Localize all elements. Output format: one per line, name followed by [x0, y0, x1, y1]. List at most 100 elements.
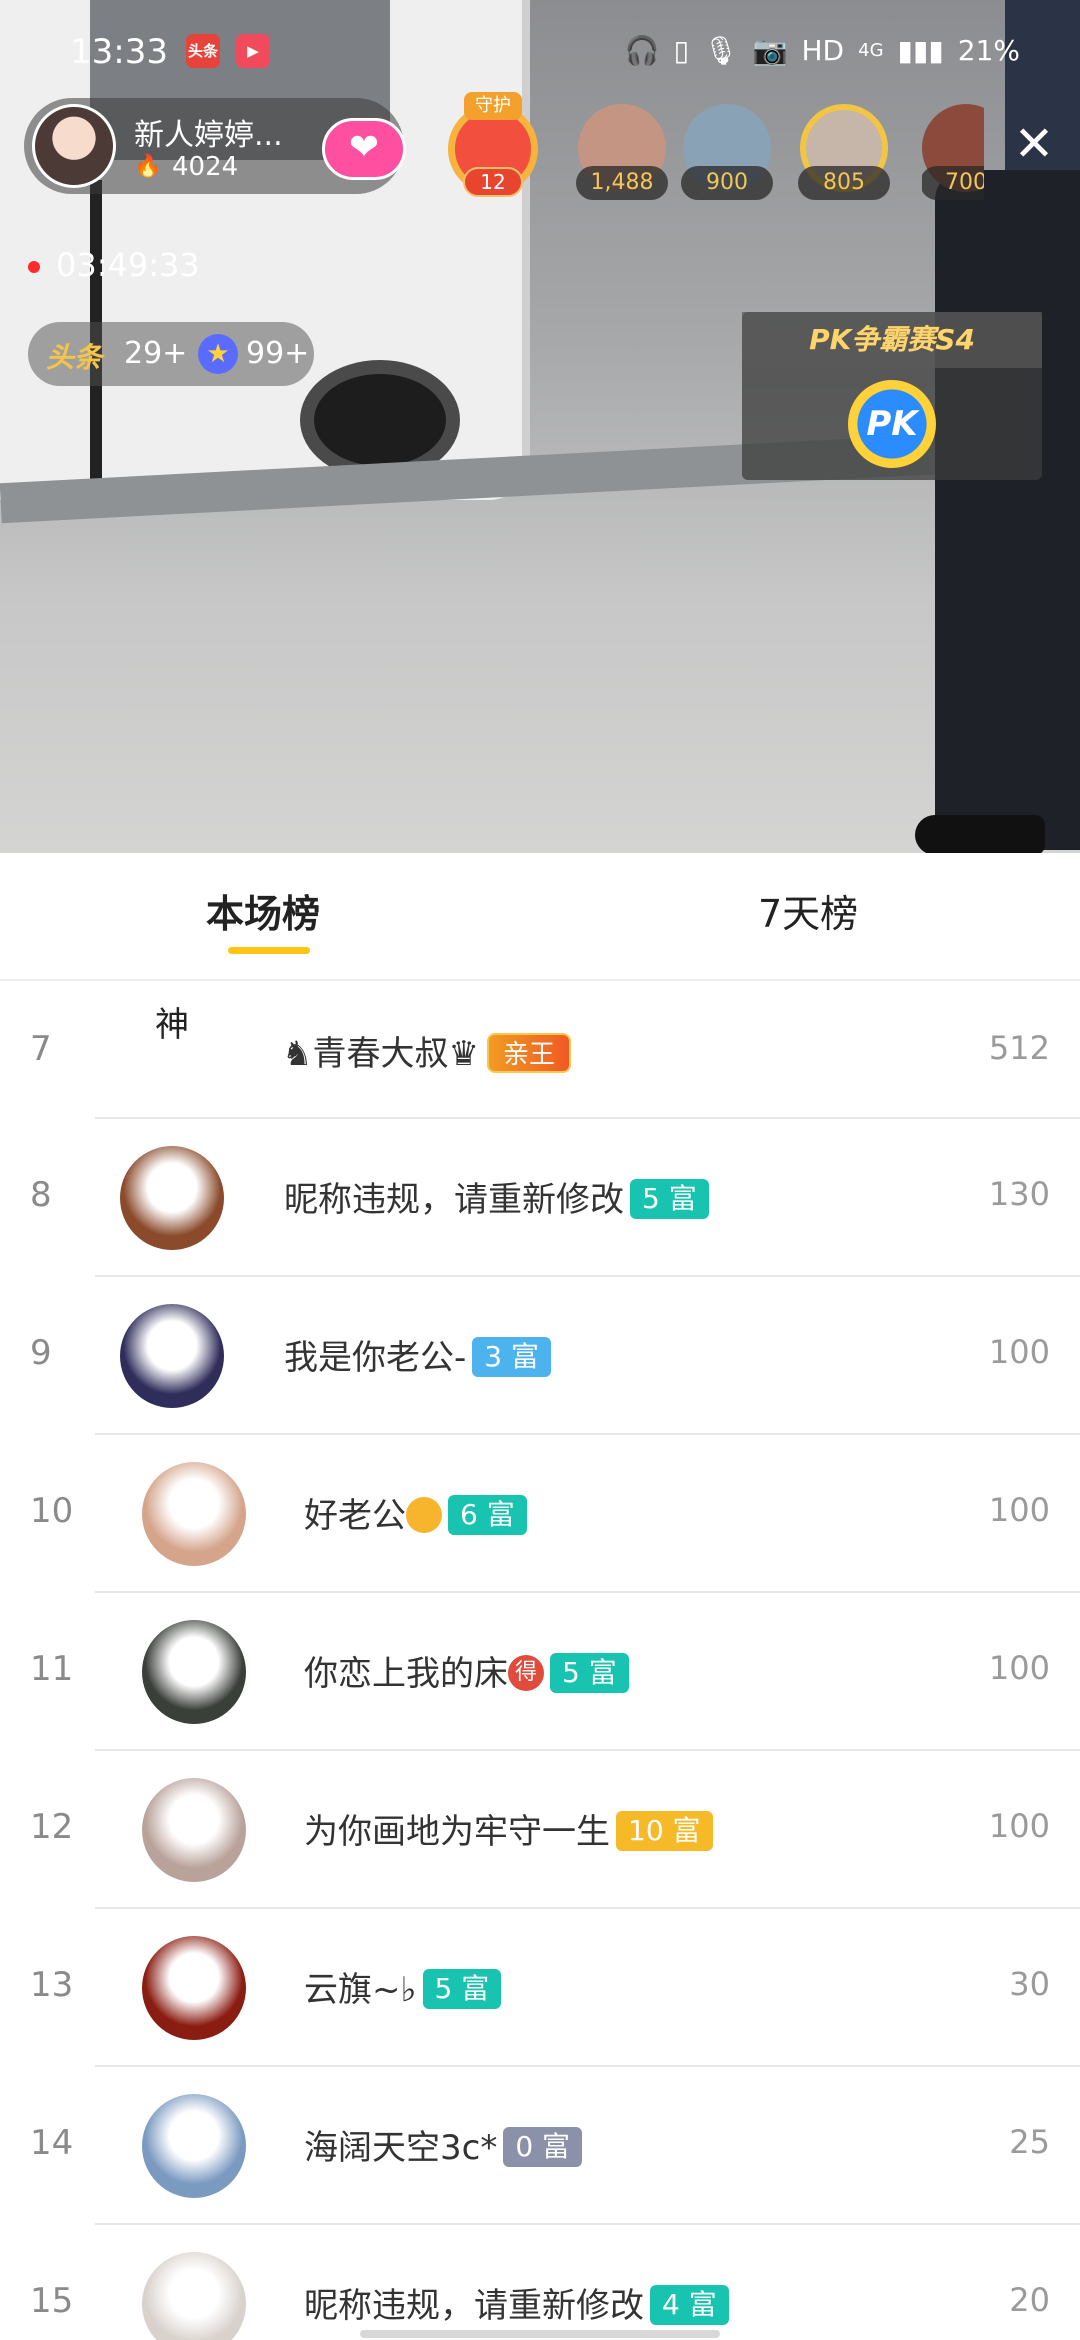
heart-wings-icon: ❤	[348, 127, 380, 168]
ranking-row[interactable]: 8 昵称违规，请重新修改 5 富 130	[0, 1119, 1080, 1277]
host-avatar[interactable]	[32, 104, 116, 188]
active-tab-indicator	[228, 947, 310, 954]
ranking-row[interactable]: 10 好老公 6 富 100	[0, 1435, 1080, 1593]
status-bar: 13:33 头条 ▶ 🎧 ▯ 🎙 📷 HD 4G ▮▮▮ 21%	[0, 24, 1080, 84]
contribution-score: 512	[988, 1029, 1050, 1067]
contribution-score: 20	[1009, 2281, 1050, 2319]
user-name-line: 你恋上我的床得 5 富	[304, 1646, 629, 1696]
contribution-score: 100	[988, 1491, 1050, 1529]
guard-tag: 守护	[464, 92, 522, 120]
user-name: ♞青春大叔♛	[282, 1034, 479, 1074]
noble-title-badge: 亲王	[486, 1032, 571, 1073]
camera-icon: 📷	[752, 34, 788, 67]
clock: 13:33	[70, 32, 168, 72]
user-avatar[interactable]	[142, 1778, 246, 1882]
ranking-sheet: 本场榜 7天榜 7 神 ♞青春大叔♛ 亲王 512 8 昵称违规，请重新修改 5 富 130 9 我…	[0, 853, 1080, 2340]
live-video[interactable]: 13:33 头条 ▶ 🎧 ▯ 🎙 📷 HD 4G ▮▮▮ 21% 新人婷婷...…	[0, 0, 1080, 853]
rank-number: 7	[30, 1029, 52, 1069]
star-icon: ★	[198, 334, 238, 374]
de-badge-icon: 得	[508, 1654, 544, 1691]
ranking-row[interactable]: 14 海阔天空3c* 0 富 25	[0, 2067, 1080, 2225]
contribution-score: 25	[1009, 2123, 1050, 2161]
rank-number: 9	[30, 1333, 52, 1373]
live-duration: 03:49:33	[28, 246, 200, 284]
wealth-level-badge: 5 富	[550, 1652, 629, 1693]
heart-eyes-cat-icon	[406, 1496, 442, 1533]
wealth-level-badge: 5 富	[630, 1178, 709, 1219]
user-name-line: 昵称违规，请重新修改 5 富	[284, 1172, 709, 1222]
activity-badges[interactable]: 头条 29+ ★ 99+	[28, 322, 314, 386]
user-avatar[interactable]	[120, 1146, 224, 1250]
wealth-level-badge: 0 富	[503, 2126, 583, 2167]
user-name: 你恋上我的床	[304, 1654, 508, 1694]
contribution-score: 100	[988, 1333, 1050, 1371]
user-avatar[interactable]	[142, 1620, 246, 1724]
home-indicator[interactable]	[360, 2330, 720, 2338]
ranking-row[interactable]: 15 昵称违规，请重新修改 4 富 20	[0, 2225, 1080, 2340]
wealth-level-badge: 5 富	[422, 1968, 502, 2009]
close-icon[interactable]: ✕	[1012, 120, 1056, 168]
user-name-line: 昵称违规，请重新修改 4 富	[304, 2278, 729, 2328]
user-avatar[interactable]	[142, 1936, 246, 2040]
ranking-row[interactable]: 13 云旗~♭ 5 富 30	[0, 1909, 1080, 2067]
pk-title: PK争霸赛S4	[742, 312, 1042, 368]
ranking-row[interactable]: 7 神 ♞青春大叔♛ 亲王 512	[0, 981, 1080, 1119]
signal-icon: ▮▮▮	[897, 34, 944, 67]
user-name-line: 我是你老公- 3 富	[284, 1330, 551, 1380]
vibrate-icon: ▯	[673, 34, 690, 67]
rank-number: 8	[30, 1175, 52, 1215]
ranking-row[interactable]: 9 我是你老公- 3 富 100	[0, 1277, 1080, 1435]
user-name-line: 海阔天空3c* 0 富	[304, 2120, 583, 2170]
ranking-row[interactable]: 12 为你画地为牢守一生 10 富 100	[0, 1751, 1080, 1909]
user-name-line: 为你画地为牢守一生 10 富	[304, 1804, 713, 1854]
viewer-avatar[interactable]: 1,488	[576, 104, 668, 200]
guard-count: 12	[463, 167, 523, 197]
user-name: 昵称违规，请重新修改	[304, 2286, 644, 2326]
user-name: 昵称违规，请重新修改	[284, 1180, 624, 1220]
viewer-avatar[interactable]: 700	[922, 104, 984, 200]
fire-icon: 🔥	[134, 154, 162, 179]
viewer-count: 805	[798, 166, 890, 200]
tab-current-show[interactable]: 本场榜	[206, 883, 320, 938]
follow-button[interactable]: ❤	[322, 118, 406, 180]
tab-7-days[interactable]: 7天榜	[758, 883, 858, 938]
pk-panel[interactable]: PK争霸赛S4 PK	[742, 312, 1042, 480]
contribution-score: 100	[988, 1649, 1050, 1687]
user-name-line: 好老公 6 富	[304, 1488, 527, 1538]
ranking-row[interactable]: 11 你恋上我的床得 5 富 100	[0, 1593, 1080, 1751]
pk-button[interactable]: PK	[848, 380, 936, 468]
user-name-line: 云旗~♭ 5 富	[304, 1962, 502, 2012]
live-dot-icon	[28, 261, 40, 273]
viewer-avatar[interactable]: 900	[681, 104, 773, 200]
person-image	[935, 170, 1080, 850]
wealth-level-badge: 3 富	[472, 1336, 551, 1377]
user-avatar[interactable]	[142, 2252, 246, 2340]
guard-badge[interactable]: 守护 12	[438, 92, 548, 198]
toutiao-logo-icon: 头条	[46, 341, 103, 374]
wealth-level-badge: 6 富	[448, 1494, 527, 1535]
rank-number: 11	[30, 1649, 74, 1689]
user-name: 为你画地为牢守一生	[304, 1812, 610, 1852]
rank-number: 14	[30, 2123, 74, 2163]
shoe-image	[915, 815, 1045, 853]
network-label: 4G	[858, 40, 884, 61]
user-avatar[interactable]	[120, 1304, 224, 1408]
live-duration-text: 03:49:33	[56, 246, 200, 284]
rank-number: 15	[30, 2281, 74, 2321]
user-name: 我是你老公-	[284, 1338, 467, 1378]
user-name-line: ♞青春大叔♛ 亲王	[282, 1026, 571, 1076]
contribution-score: 130	[988, 1175, 1050, 1213]
rank-number: 12	[30, 1807, 74, 1847]
user-name: 海阔天空3c*	[304, 2128, 498, 2168]
wealth-level-badge: 4 富	[650, 2284, 729, 2325]
microphone-icon: 🎙	[703, 34, 739, 67]
viewer-avatar[interactable]: 805	[798, 104, 890, 200]
contribution-score: 30	[1009, 1965, 1050, 2003]
wealth-level-badge: 10 富	[616, 1810, 713, 1851]
star-count: 99+	[246, 336, 310, 371]
user-avatar[interactable]	[142, 2094, 246, 2198]
headphone-icon: 🎧	[624, 34, 660, 67]
host-name: 新人婷婷...	[134, 118, 283, 153]
user-avatar[interactable]: 神	[120, 995, 224, 1099]
user-avatar[interactable]	[142, 1462, 246, 1566]
